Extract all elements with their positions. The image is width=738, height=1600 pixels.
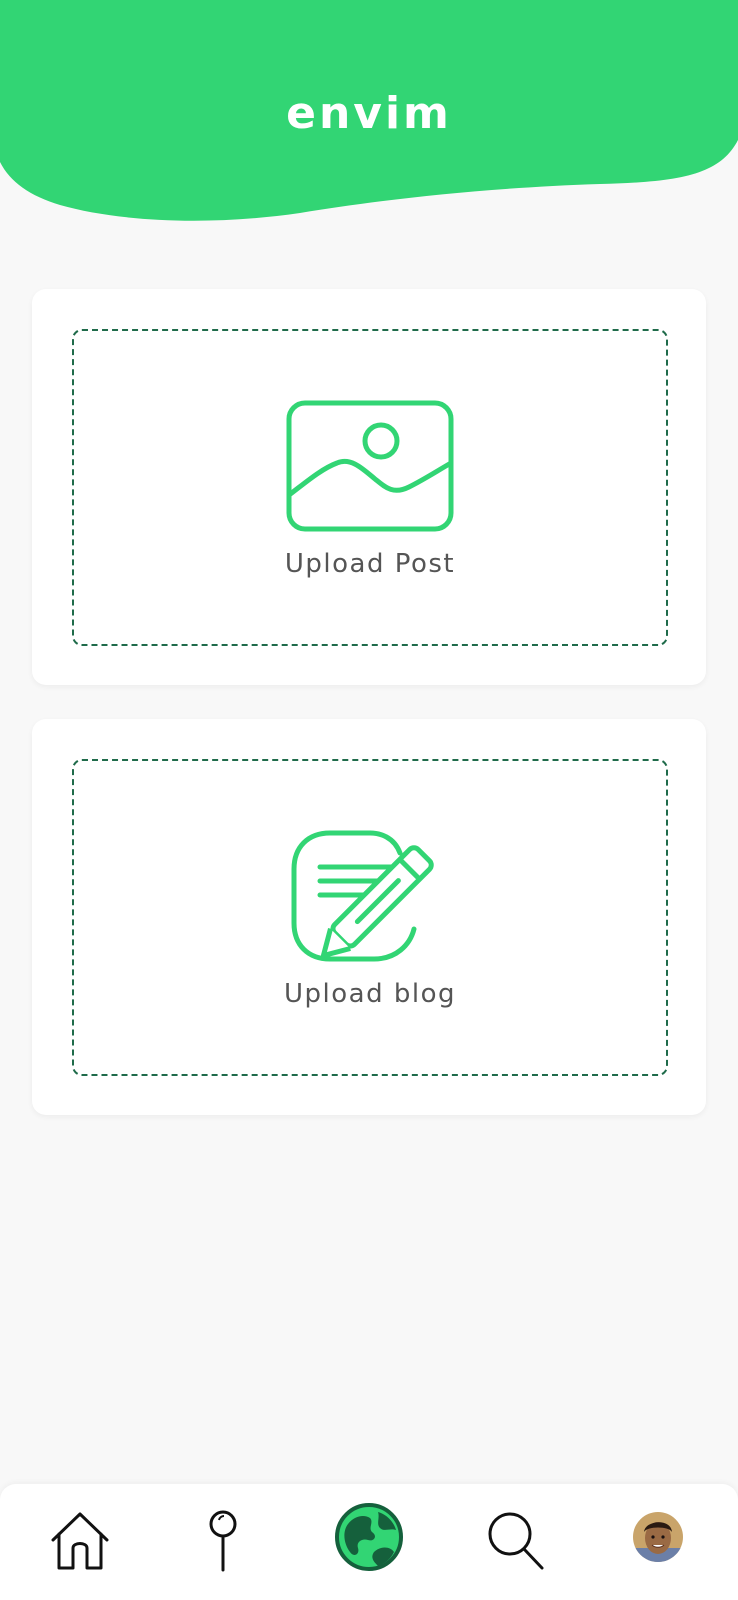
avatar[interactable] bbox=[633, 1512, 683, 1562]
app-title: envim bbox=[286, 88, 452, 139]
upload-blog-label: Upload blog bbox=[283, 979, 456, 1009]
upload-blog-card: Upload blog bbox=[32, 719, 706, 1115]
home-icon bbox=[45, 1506, 115, 1576]
profile-avatar-image bbox=[633, 1512, 683, 1562]
image-icon bbox=[285, 399, 455, 537]
nav-search[interactable] bbox=[480, 1506, 550, 1576]
nav-home[interactable] bbox=[45, 1506, 115, 1576]
upload-post-card: Upload Post bbox=[32, 289, 706, 685]
app-header: envim bbox=[0, 0, 738, 230]
upload-blog-dropzone[interactable]: Upload blog bbox=[72, 759, 668, 1076]
upload-post-dropzone[interactable]: Upload Post bbox=[72, 329, 668, 646]
search-icon bbox=[480, 1506, 550, 1576]
edit-note-icon bbox=[290, 829, 450, 967]
nav-explore[interactable] bbox=[334, 1502, 404, 1572]
nav-location[interactable] bbox=[188, 1506, 258, 1576]
bottom-navigation bbox=[0, 1484, 738, 1600]
globe-icon bbox=[334, 1502, 404, 1572]
upload-post-label: Upload Post bbox=[284, 549, 456, 579]
map-pin-icon bbox=[188, 1506, 258, 1576]
